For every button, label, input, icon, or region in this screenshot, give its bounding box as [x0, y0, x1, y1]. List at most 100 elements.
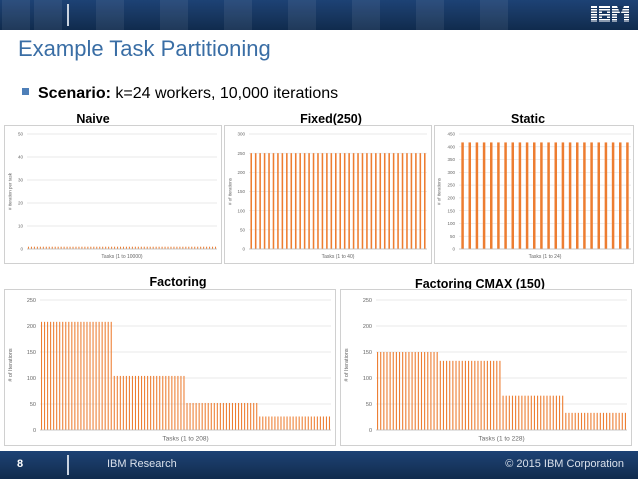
y-axis-label: # of Iterations	[344, 348, 350, 382]
y-tick-label: 100	[27, 376, 36, 382]
y-tick-label: 10	[18, 224, 24, 229]
bar	[348, 153, 350, 249]
bar	[515, 395, 517, 430]
bar	[40, 321, 43, 430]
bar	[156, 375, 158, 430]
bar	[113, 375, 115, 430]
bar	[408, 352, 410, 430]
bar	[86, 321, 88, 430]
bar	[525, 142, 529, 249]
bar	[377, 352, 379, 430]
bar	[511, 395, 514, 430]
bar	[427, 352, 429, 430]
bar	[277, 416, 279, 430]
bar	[104, 321, 106, 430]
bar	[533, 142, 536, 249]
bar	[406, 153, 408, 249]
bar	[461, 142, 464, 249]
bar	[192, 402, 194, 430]
fixed-chart-svg: 0 50 100 150 200 250 300 Tasks (1 to 40) # of it…	[228, 132, 427, 260]
chart-title-static: Static	[510, 112, 546, 126]
footer-separator	[67, 455, 69, 475]
bar	[343, 153, 346, 249]
bar	[153, 375, 155, 430]
y-tick-label: 200	[447, 195, 455, 200]
bar	[508, 395, 510, 430]
bar	[496, 360, 498, 430]
bar	[289, 416, 291, 430]
header-pattern-tile	[416, 0, 444, 30]
bar	[71, 321, 73, 430]
bar	[286, 153, 288, 249]
bar	[502, 395, 504, 430]
bar	[290, 153, 293, 249]
bar	[295, 416, 297, 430]
bar	[397, 153, 399, 249]
bar	[583, 142, 586, 249]
bar	[110, 321, 112, 430]
bar	[480, 360, 482, 430]
bar	[430, 352, 432, 430]
bar	[56, 321, 58, 430]
bar	[471, 360, 473, 430]
bar	[322, 416, 324, 430]
bar	[446, 360, 448, 430]
chart-title-fixed: Fixed(250)	[300, 112, 362, 126]
bar	[219, 402, 221, 430]
bar	[380, 352, 382, 430]
bar	[552, 395, 554, 430]
bar	[80, 321, 82, 430]
bar	[621, 412, 623, 430]
bar	[554, 142, 558, 249]
bar	[68, 321, 70, 430]
bar	[383, 352, 385, 430]
bar	[92, 321, 94, 430]
bar	[562, 395, 564, 430]
bar	[596, 412, 598, 430]
bar	[558, 395, 561, 430]
bar	[577, 412, 579, 430]
y-tick-label: 0	[20, 247, 23, 252]
bar	[259, 153, 261, 249]
header-pattern-tile	[34, 0, 62, 30]
header-pattern-tile	[288, 0, 316, 30]
scenario-label: Scenario:	[38, 85, 111, 102]
bar	[398, 352, 401, 430]
bar	[543, 395, 545, 430]
factoring-cmax-chart: 0 50 100 150 200 250 Tasks (1 to 228) # of Iter…	[340, 289, 632, 446]
bar	[449, 360, 451, 430]
bar	[505, 395, 507, 430]
bar	[599, 412, 601, 430]
bar	[604, 142, 608, 249]
x-axis-label: Tasks (1 to 10000)	[101, 254, 142, 260]
bar	[555, 395, 557, 430]
page-title: Example Task Partitioning	[18, 36, 271, 61]
bar	[386, 352, 388, 430]
bar	[201, 402, 203, 430]
bar	[308, 153, 310, 249]
bar	[468, 360, 470, 430]
bar	[533, 395, 535, 430]
footer-copyright: © 2015 IBM Corporation	[505, 458, 624, 470]
bar	[241, 402, 243, 430]
bar	[475, 142, 479, 249]
bar	[265, 416, 267, 430]
bar	[325, 416, 327, 430]
bar	[415, 153, 417, 249]
bar	[272, 153, 275, 249]
bar	[527, 395, 529, 430]
bar	[216, 402, 218, 430]
scenario-text: k=24 workers, 10,000 iterations	[110, 85, 339, 102]
bar	[62, 321, 64, 430]
bar	[247, 402, 249, 430]
bar	[228, 402, 230, 430]
bar	[442, 360, 445, 430]
y-tick-label: 50	[240, 227, 246, 232]
bar	[433, 352, 435, 430]
bar	[511, 142, 515, 249]
bar	[565, 412, 567, 430]
bar	[274, 416, 276, 430]
bar	[144, 375, 146, 430]
bar	[464, 360, 466, 430]
bar	[180, 375, 182, 430]
